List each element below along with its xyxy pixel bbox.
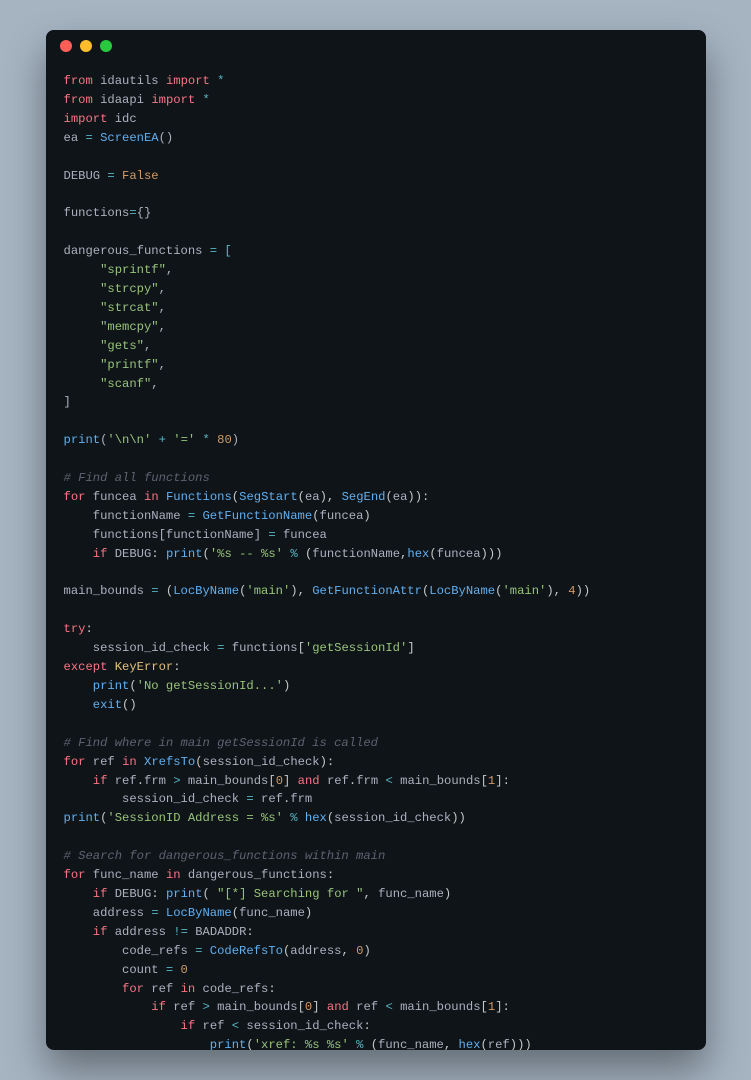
titlebar (46, 30, 706, 62)
var-ea: ea (64, 131, 79, 145)
minimize-icon[interactable] (80, 40, 92, 52)
kw-from: from (64, 93, 93, 107)
kw-import: import (166, 74, 210, 88)
kw-import: import (151, 93, 195, 107)
var-dangerous: dangerous_functions (64, 244, 203, 258)
var-debug: DEBUG (64, 169, 101, 183)
comment: # Find where in main getSessionId is cal… (64, 736, 379, 750)
module: idaapi (100, 93, 144, 107)
str-strcat: "strcat" (100, 301, 159, 315)
str-printf: "printf" (100, 358, 159, 372)
module: idc (115, 112, 137, 126)
const-false: False (122, 169, 159, 183)
comment: # Find all functions (64, 471, 210, 485)
str-memcpy: "memcpy" (100, 320, 159, 334)
close-icon[interactable] (60, 40, 72, 52)
kw-import: import (64, 112, 108, 126)
comment: # Search for dangerous_functions within … (64, 849, 386, 863)
str-strcpy: "strcpy" (100, 282, 159, 296)
str-gets: "gets" (100, 339, 144, 353)
code-area[interactable]: from idautils import * from idaapi impor… (46, 62, 706, 1050)
fn-print: print (64, 433, 101, 447)
star: * (217, 74, 224, 88)
str-scanf: "scanf" (100, 377, 151, 391)
str-sprintf: "sprintf" (100, 263, 166, 277)
maximize-icon[interactable] (100, 40, 112, 52)
module: idautils (100, 74, 159, 88)
star: * (203, 93, 210, 107)
editor-window: from idautils import * from idaapi impor… (46, 30, 706, 1050)
fn-screenea: ScreenEA (100, 131, 159, 145)
kw-from: from (64, 74, 93, 88)
var-functions: functions (64, 206, 130, 220)
